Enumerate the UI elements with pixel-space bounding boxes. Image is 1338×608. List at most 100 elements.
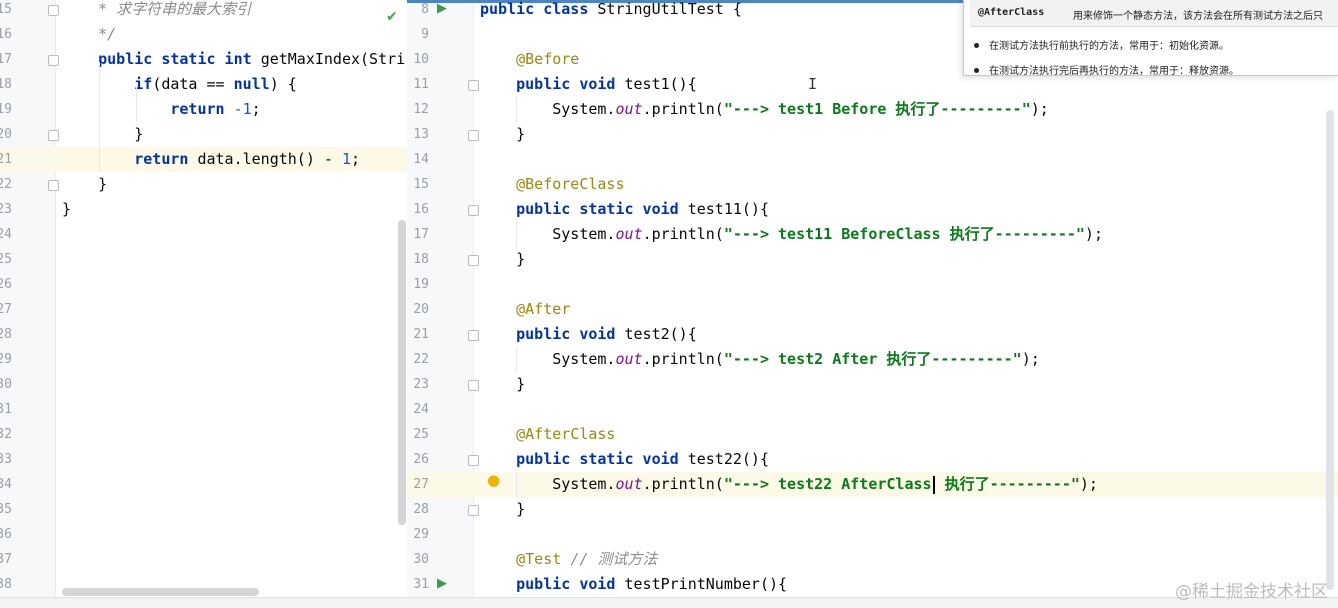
code-text: public void test2(){ — [480, 322, 697, 347]
fold-marker-icon[interactable] — [48, 5, 59, 16]
code-line[interactable]: 28 } — [407, 497, 1338, 522]
code-line[interactable]: 23} — [0, 197, 407, 222]
code-line[interactable]: 25 — [0, 247, 407, 272]
line-number: 8 — [421, 2, 429, 17]
code-line[interactable]: 18 } — [407, 247, 1338, 272]
code-token: 1 — [341, 150, 351, 168]
code-line[interactable]: 31 — [0, 397, 407, 422]
fold-marker-icon[interactable] — [48, 130, 59, 141]
code-line[interactable]: 18 if(data == null) { — [0, 72, 407, 97]
code-line[interactable]: 19 return -1; — [0, 97, 407, 122]
text-caret — [932, 475, 935, 494]
code-line[interactable]: 37 — [0, 547, 407, 572]
right-editor-pane[interactable]: 8 public class StringUtilTest {9 10 @Befor… — [407, 0, 1338, 608]
code-line[interactable]: 22 } — [0, 172, 407, 197]
line-number: 38 — [0, 577, 12, 592]
code-line[interactable]: 36 — [0, 522, 407, 547]
fold-marker-icon[interactable] — [468, 80, 479, 91]
code-line[interactable]: 17 public static int getMaxIndex(Stri — [0, 47, 407, 72]
code-line[interactable]: 22 System.out.println("---> test2 After … — [407, 347, 1338, 372]
line-number: 29 — [0, 352, 12, 367]
code-line[interactable]: 21 return data.length() - 1; — [0, 147, 407, 172]
fold-marker-icon[interactable] — [468, 505, 479, 516]
lightbulb-icon[interactable]: ● — [487, 471, 500, 489]
code-token: public static int — [98, 50, 261, 68]
code-line[interactable]: 15 @BeforeClass — [407, 172, 1338, 197]
code-line[interactable]: 13 } — [407, 122, 1338, 147]
line-number: 25 — [413, 427, 429, 442]
line-number: 35 — [0, 502, 12, 517]
code-line[interactable]: 24 — [407, 397, 1338, 422]
code-token: public void — [516, 575, 625, 593]
line-number: 34 — [0, 477, 12, 492]
fold-marker-icon[interactable] — [48, 180, 59, 191]
code-token: .println( — [642, 475, 724, 493]
code-line[interactable]: 27 System.out.println("---> test22 After… — [407, 472, 1338, 497]
code-line[interactable]: 33 — [0, 447, 407, 472]
code-token: "---> test1 Before 执行了---------" — [723, 100, 1031, 118]
line-number: 11 — [413, 77, 429, 92]
code-line[interactable]: 21 public void test2(){ — [407, 322, 1338, 347]
code-line[interactable]: 16 */ — [0, 22, 407, 47]
code-token: System. — [480, 100, 616, 118]
code-line[interactable]: 29 — [407, 522, 1338, 547]
left-horizontal-scrollbar[interactable] — [62, 588, 259, 596]
fold-marker-icon[interactable] — [468, 130, 479, 141]
line-number: 18 — [0, 77, 12, 92]
fold-marker-icon[interactable] — [468, 330, 479, 341]
code-token: null — [233, 75, 270, 93]
fold-marker-icon[interactable] — [48, 55, 59, 66]
code-line[interactable]: 27 — [0, 297, 407, 322]
code-line[interactable]: 20 @After — [407, 297, 1338, 322]
code-line[interactable]: 30 — [0, 372, 407, 397]
line-number: 25 — [0, 252, 12, 267]
left-editor-pane[interactable]: 15 * 求字符串的最大索引 16 */17 public static int … — [0, 0, 407, 608]
code-line[interactable]: 16 public static void test11(){ — [407, 197, 1338, 222]
run-gutter-icon[interactable]: ▶ — [437, 576, 447, 591]
code-token: .println( — [642, 100, 724, 118]
code-line[interactable]: 20 } — [0, 122, 407, 147]
code-line[interactable]: 30 @Test // 测试方法 — [407, 547, 1338, 572]
code-text: public static void test22(){ — [480, 447, 769, 472]
tooltip-bullet-text: 在测试方法执行完后再执行的方法，常用于：释放资源。 — [989, 66, 1239, 77]
code-line[interactable]: 12 System.out.println("---> test1 Before… — [407, 97, 1338, 122]
left-vertical-scrollbar[interactable] — [398, 220, 406, 525]
fold-marker-icon[interactable] — [468, 205, 479, 216]
fold-marker-icon[interactable] — [468, 455, 479, 466]
run-gutter-icon[interactable]: ▶ — [437, 1, 447, 16]
right-vertical-scrollbar[interactable] — [1326, 110, 1334, 590]
fold-marker-icon[interactable] — [468, 255, 479, 266]
code-line[interactable]: 19 — [407, 272, 1338, 297]
tooltip-bullet-text: 在测试方法执行前执行的方法，常用于：初始化资源。 — [989, 41, 1229, 52]
code-line[interactable]: 34 — [0, 472, 407, 497]
code-line[interactable]: 17 System.out.println("---> test11 Befor… — [407, 222, 1338, 247]
code-text: if(data == null) { — [62, 72, 297, 97]
line-number: 16 — [0, 27, 12, 42]
code-line[interactable]: 25 @AfterClass — [407, 422, 1338, 447]
code-line[interactable]: 28 — [0, 322, 407, 347]
fold-marker-icon[interactable] — [468, 380, 479, 391]
mouse-cursor-icon: I — [808, 75, 818, 93]
code-token: System. — [480, 350, 616, 368]
tooltip-bullet: 在测试方法执行完后再执行的方法，常用于：释放资源。 — [970, 62, 1239, 77]
code-line[interactable]: 29 — [0, 347, 407, 372]
code-text: @Before — [480, 47, 579, 72]
code-line[interactable]: 32 — [0, 422, 407, 447]
code-line[interactable]: 24 — [0, 222, 407, 247]
code-token: * 求字符串的最大索引 — [62, 0, 252, 18]
code-line[interactable]: 35 — [0, 497, 407, 522]
code-line[interactable]: 14 — [407, 147, 1338, 172]
code-line[interactable]: 15 * 求字符串的最大索引 — [0, 0, 407, 22]
code-line[interactable]: 23 } — [407, 372, 1338, 397]
code-token: // 测试方法 — [570, 550, 658, 568]
code-line[interactable]: 26 public static void test22(){ — [407, 447, 1338, 472]
line-number: 18 — [413, 252, 429, 267]
indent-guide — [99, 62, 100, 172]
code-token: .println( — [642, 350, 724, 368]
code-line[interactable]: 26 — [0, 272, 407, 297]
code-token: "---> test2 After 执行了---------" — [723, 350, 1022, 368]
